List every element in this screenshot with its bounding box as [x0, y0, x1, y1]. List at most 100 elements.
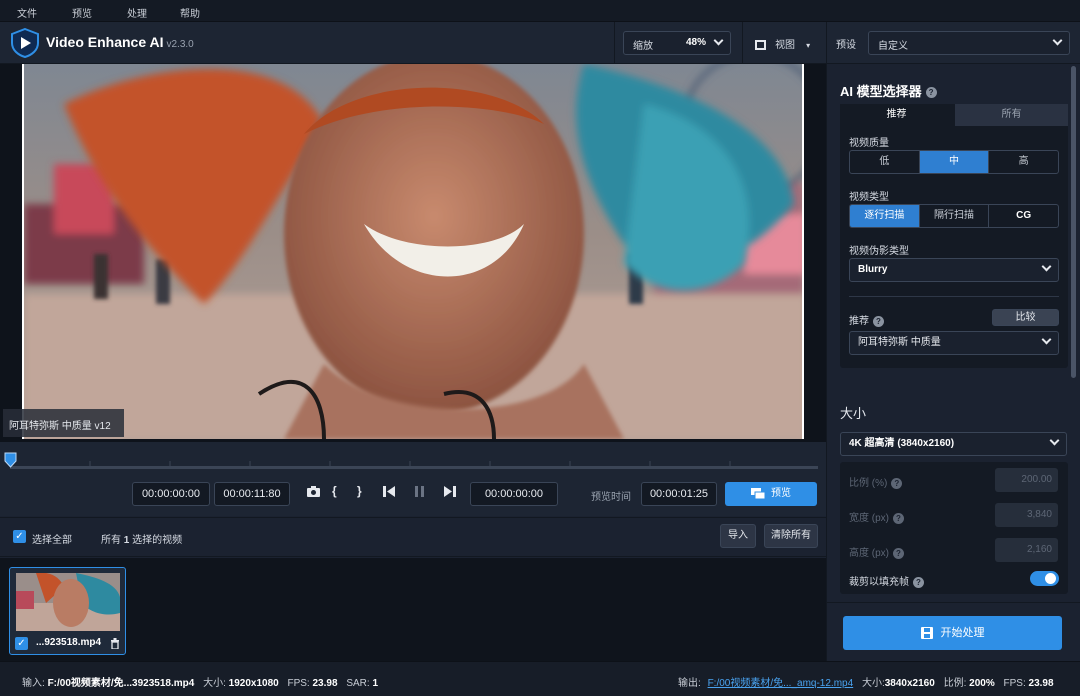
mark-out-icon[interactable]: }: [357, 484, 362, 498]
crop-toggle[interactable]: [1030, 571, 1059, 586]
ai-model-selector-title: AI 模型选择器?: [840, 81, 937, 100]
menu-bar: 文件 预览 处理 帮助: [0, 0, 1080, 22]
summary-prefix: 所有: [101, 535, 121, 546]
input-fps-label: FPS:: [287, 678, 310, 689]
summary-count: 1: [123, 535, 130, 546]
preset-label: 预设: [836, 40, 856, 51]
file-checkbox[interactable]: ✓: [15, 637, 28, 650]
chevron-down-icon: [1052, 35, 1063, 46]
crop-label: 裁剪以填充帧: [849, 577, 909, 588]
output-fps: 23.98: [1028, 678, 1054, 689]
start-processing-button[interactable]: 开始处理: [843, 616, 1062, 650]
ratio-label: 比例 (%): [849, 478, 888, 489]
divider: [826, 22, 827, 64]
help-icon[interactable]: ?: [873, 315, 884, 327]
camera-icon[interactable]: [306, 485, 321, 501]
input-size: 1920x1080: [228, 678, 279, 689]
output-ratio-label: 比例:: [943, 678, 967, 689]
delete-icon[interactable]: [110, 638, 120, 649]
menu-help[interactable]: 帮助: [180, 5, 200, 20]
select-all-checkbox[interactable]: ✓: [13, 530, 26, 543]
output-size-dropdown[interactable]: 4K 超高清 (3840x2160): [840, 432, 1067, 456]
sidebar-scrollbar[interactable]: [1071, 66, 1076, 378]
compare-button[interactable]: 比较: [992, 309, 1059, 326]
app-version: v2.3.0: [166, 39, 194, 50]
toggle-knob: [1045, 573, 1056, 584]
artifact-type-value: Blurry: [858, 264, 888, 275]
model-overlay-label: 阿耳特弥斯 中质量 v12: [3, 409, 124, 437]
quality-medium[interactable]: 中: [919, 151, 990, 173]
app-title: Video Enhance AI v2.3.0: [46, 34, 194, 50]
step-back-icon[interactable]: [382, 485, 396, 501]
output-size-label: 大小:: [861, 678, 885, 689]
divider: [614, 22, 615, 64]
model-dropdown[interactable]: 阿耳特弥斯 中质量: [849, 331, 1059, 355]
input-label: 输入:: [22, 678, 45, 689]
height-label: 高度 (px): [849, 548, 889, 559]
height-input[interactable]: 2,160: [995, 538, 1058, 562]
file-name: ...923518.mp4: [36, 637, 102, 648]
input-fps: 23.98: [312, 678, 338, 689]
type-progressive[interactable]: 逐行扫描: [850, 205, 920, 227]
help-icon[interactable]: ?: [891, 477, 903, 489]
artifact-type-dropdown[interactable]: Blurry: [849, 258, 1059, 282]
caret-down-icon: ▾: [806, 41, 811, 50]
type-cg[interactable]: CG: [989, 205, 1058, 227]
step-forward-icon[interactable]: [443, 485, 457, 501]
type-interlaced[interactable]: 隔行扫描: [920, 205, 990, 227]
zoom-dropdown[interactable]: 缩放 48%: [623, 31, 731, 55]
import-button[interactable]: 导入: [720, 524, 756, 548]
app-name: Video Enhance AI: [46, 34, 164, 50]
quality-high[interactable]: 高: [989, 151, 1058, 173]
width-label: 宽度 (px): [849, 513, 889, 524]
playhead-marker-icon[interactable]: [4, 452, 17, 468]
divider: [826, 602, 1080, 603]
file-card[interactable]: ✓ ...923518.mp4: [9, 567, 126, 655]
trim-end-time[interactable]: 00:00:11:80: [214, 482, 290, 506]
menu-preview[interactable]: 预览: [72, 5, 92, 20]
output-path-link[interactable]: F:/00视频素材/免..._amq-12.mp4: [708, 678, 854, 689]
recommend-label: 推荐: [849, 316, 869, 327]
tab-all[interactable]: 所有: [955, 104, 1068, 126]
chevron-down-icon: [1041, 334, 1052, 345]
ratio-input[interactable]: 200.00: [995, 468, 1058, 492]
mark-in-icon[interactable]: {: [332, 484, 337, 498]
size-section-title: 大小: [840, 406, 867, 421]
input-path: F:/00视频素材/免...3923518.mp4: [47, 678, 195, 689]
app-logo-icon: [11, 28, 39, 58]
tab-recommended[interactable]: 推荐: [840, 104, 953, 126]
pause-icon[interactable]: [413, 485, 426, 501]
clear-all-button[interactable]: 清除所有: [764, 524, 818, 548]
help-icon[interactable]: ?: [925, 87, 937, 99]
video-type-selector: 逐行扫描 隔行扫描 CG: [849, 204, 1059, 228]
video-frame[interactable]: [22, 64, 804, 439]
select-all-label: 选择全部: [32, 535, 72, 546]
app-header: Video Enhance AI v2.3.0 缩放 48% 视图 ▾ 预设 自定…: [0, 22, 1080, 64]
width-input[interactable]: 3,840: [995, 503, 1058, 527]
trim-start-time[interactable]: 00:00:00:00: [132, 482, 210, 506]
output-size-value: 4K 超高清 (3840x2160): [849, 438, 955, 449]
help-icon[interactable]: ?: [893, 547, 904, 559]
help-icon[interactable]: ?: [893, 512, 904, 524]
timeline-track[interactable]: [10, 466, 818, 469]
preview-button[interactable]: 预览: [725, 482, 817, 506]
file-thumbnail: [16, 573, 120, 631]
menu-file[interactable]: 文件: [17, 5, 37, 20]
help-icon[interactable]: ?: [913, 576, 924, 588]
menu-process[interactable]: 处理: [127, 5, 147, 20]
height-label-group: 高度 (px)?: [849, 544, 904, 559]
crop-label-group: 裁剪以填充帧?: [849, 573, 924, 588]
output-ratio: 200%: [969, 678, 995, 689]
current-time[interactable]: 00:00:00:00: [470, 482, 558, 506]
zoom-value: 48%: [686, 37, 707, 48]
chevron-down-icon: [1041, 261, 1052, 272]
start-processing-label: 开始处理: [940, 627, 985, 639]
video-preview-image: [24, 64, 802, 439]
preview-duration[interactable]: 00:00:01:25: [641, 482, 717, 506]
preview-monitor-icon: [751, 487, 766, 500]
output-fps-label: FPS:: [1003, 678, 1026, 689]
quality-low[interactable]: 低: [850, 151, 920, 173]
preset-dropdown[interactable]: 自定义: [868, 31, 1070, 55]
zoom-label: 缩放: [633, 41, 653, 52]
view-toggle[interactable]: 视图 ▾: [755, 36, 810, 51]
